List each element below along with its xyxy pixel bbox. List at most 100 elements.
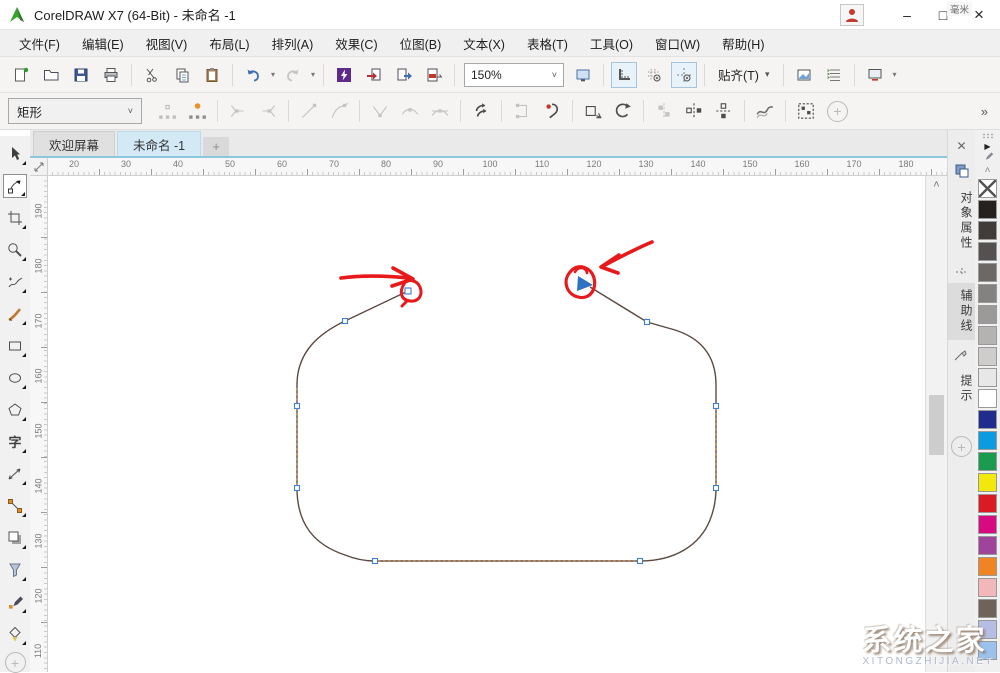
scrollbar-thumb[interactable] (929, 395, 944, 455)
menu-item[interactable]: 布局(L) (198, 30, 260, 57)
palette-drag-handle-icon[interactable] (982, 133, 994, 139)
transparency-tool[interactable] (3, 558, 27, 582)
pick-tool[interactable] (3, 142, 27, 166)
color-swatch[interactable] (978, 326, 997, 345)
undo-dropdown[interactable]: ▾ (268, 62, 278, 88)
print-button[interactable] (98, 62, 124, 88)
color-swatch[interactable] (978, 221, 997, 240)
color-swatch[interactable] (978, 536, 997, 555)
zoom-level-combo[interactable]: 150% ˅ (464, 63, 564, 87)
menu-item[interactable]: 编辑(E) (71, 30, 135, 57)
color-swatch[interactable] (978, 179, 997, 198)
menu-item[interactable]: 排列(A) (261, 30, 325, 57)
color-swatch[interactable] (978, 347, 997, 366)
docker-customize-button[interactable]: + (951, 436, 972, 457)
symmetrical-node-button[interactable] (427, 98, 453, 124)
quick-customize-button[interactable]: + (827, 101, 848, 122)
menu-item[interactable]: 文本(X) (452, 30, 516, 57)
reflect-nodes-vertically-button[interactable] (711, 98, 737, 124)
curve-path[interactable] (297, 287, 716, 561)
show-rulers-toggle[interactable] (611, 62, 637, 88)
color-eyedropper-tool[interactable] (3, 590, 27, 614)
tab-welcome-screen[interactable]: 欢迎屏幕 (33, 131, 115, 156)
palette-scroll-up-button[interactable]: ˄ (985, 165, 991, 176)
delete-node-button[interactable] (184, 98, 210, 124)
cut-button[interactable] (139, 62, 165, 88)
docker-tab-guidelines[interactable]: 辅助线 (948, 283, 975, 340)
palette-eyedropper-icon[interactable] (982, 151, 994, 163)
application-settings-button[interactable] (821, 62, 847, 88)
palette-flyout-button[interactable]: ▶ (984, 142, 990, 151)
publish-pdf-button[interactable] (421, 62, 447, 88)
color-swatch[interactable] (978, 389, 997, 408)
drop-shadow-tool[interactable] (3, 526, 27, 550)
close-curve-button[interactable] (539, 98, 565, 124)
sign-in-button[interactable] (840, 4, 864, 26)
application-launcher-button[interactable] (862, 62, 888, 88)
color-swatch[interactable] (978, 284, 997, 303)
toolbox-customize-button[interactable]: + (5, 652, 26, 673)
vertical-ruler[interactable]: 190180170160150140130120110 (30, 176, 48, 672)
shape-tool[interactable] (3, 174, 27, 198)
preset-dropdown[interactable]: 矩形 ˅ (8, 98, 142, 124)
color-swatch[interactable] (978, 494, 997, 513)
ellipse-tool[interactable] (3, 366, 27, 390)
launcher-dropdown[interactable]: ▾ (890, 62, 900, 88)
menu-item[interactable]: 窗口(W) (644, 30, 711, 57)
smooth-node-button[interactable] (397, 98, 423, 124)
import-button[interactable] (361, 62, 387, 88)
menu-item[interactable]: 工具(O) (579, 30, 644, 57)
interactive-fill-tool[interactable] (3, 622, 27, 646)
start-node-indicator[interactable] (577, 276, 593, 291)
cusp-node-button[interactable] (367, 98, 393, 124)
color-swatch[interactable] (978, 305, 997, 324)
corel-connect-button[interactable] (331, 62, 357, 88)
color-swatch[interactable] (978, 599, 997, 618)
color-swatch[interactable] (978, 578, 997, 597)
color-swatch[interactable] (978, 431, 997, 450)
color-swatch[interactable] (978, 242, 997, 261)
color-swatch[interactable] (978, 368, 997, 387)
save-button[interactable] (68, 62, 94, 88)
crop-tool[interactable] (3, 206, 27, 230)
rotate-nodes-button[interactable] (610, 98, 636, 124)
color-swatch[interactable] (978, 641, 997, 660)
redo-dropdown[interactable]: ▾ (308, 62, 318, 88)
convert-to-line-button[interactable] (296, 98, 322, 124)
tab-untitled-document[interactable]: 未命名 -1 (117, 131, 201, 156)
stretch-nodes-button[interactable] (580, 98, 606, 124)
color-swatch[interactable] (978, 557, 997, 576)
show-grid-toggle[interactable] (641, 62, 667, 88)
artistic-media-tool[interactable] (3, 302, 27, 326)
show-guidelines-toggle[interactable] (671, 62, 697, 88)
elastic-mode-button[interactable] (752, 98, 778, 124)
menu-item[interactable]: 视图(V) (135, 30, 199, 57)
break-node-button[interactable] (255, 98, 281, 124)
reverse-direction-button[interactable] (468, 98, 494, 124)
color-swatch[interactable] (978, 473, 997, 492)
color-swatch[interactable] (978, 515, 997, 534)
toolbar-overflow-button[interactable]: » (981, 104, 988, 119)
new-tab-button[interactable]: + (203, 137, 229, 156)
options-button[interactable] (791, 62, 817, 88)
horizontal-ruler[interactable]: 2030405060708090100110120130140150160170… (48, 158, 947, 176)
join-nodes-button[interactable] (225, 98, 251, 124)
paste-button[interactable] (199, 62, 225, 88)
redo-button[interactable] (280, 62, 306, 88)
menu-item[interactable]: 帮助(H) (711, 30, 775, 57)
docker-tab-object-properties[interactable]: 对象属性 (948, 185, 975, 257)
snap-to-dropdown[interactable]: 贴齐(T) ▾ (710, 65, 778, 84)
zoom-tool[interactable] (3, 238, 27, 262)
color-swatch[interactable] (978, 452, 997, 471)
extend-curve-to-close-button[interactable] (509, 98, 535, 124)
connector-tool[interactable] (3, 494, 27, 518)
reflect-nodes-horizontally-button[interactable] (681, 98, 707, 124)
docker-tab-hints[interactable]: 提示 (948, 368, 975, 410)
drawing-canvas[interactable] (48, 176, 925, 672)
ruler-origin[interactable] (30, 158, 48, 176)
menu-item[interactable]: 位图(B) (389, 30, 453, 57)
new-document-button[interactable] (8, 62, 34, 88)
freehand-tool[interactable] (3, 270, 27, 294)
scroll-up-button[interactable]: ˄ (926, 176, 947, 194)
vertical-scrollbar[interactable]: ˄ (925, 176, 947, 672)
